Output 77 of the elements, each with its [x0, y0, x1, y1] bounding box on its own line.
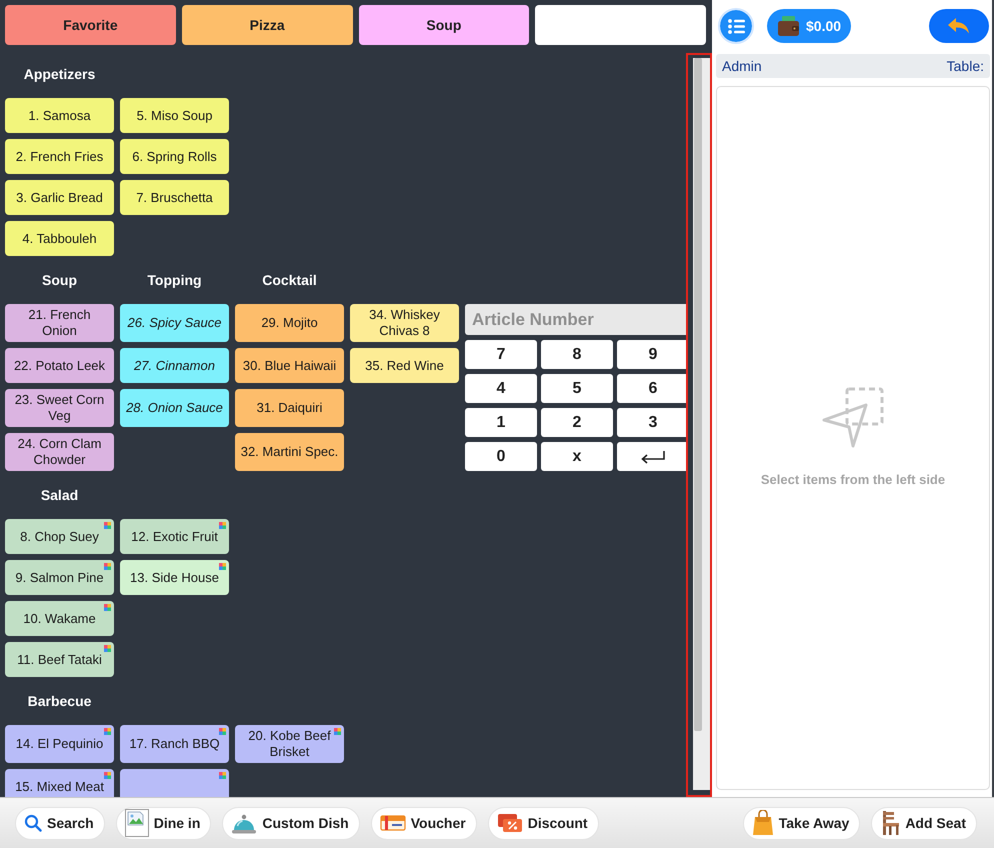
list-button[interactable] [718, 8, 754, 44]
menu-item[interactable]: 2. French Fries [5, 139, 114, 174]
menu-item[interactable]: 13. Side House [120, 560, 229, 595]
menu-item[interactable]: 4. Tabbouleh [5, 221, 114, 256]
menu-item[interactable]: 29. Mojito [235, 304, 344, 342]
broken-image-icon [124, 809, 149, 837]
back-button[interactable] [929, 9, 989, 43]
menu-item[interactable]: 28. Onion Sauce [120, 389, 229, 427]
menu-item[interactable]: 15. Mixed Meat [5, 769, 114, 797]
section-heading: Topping [147, 272, 202, 288]
ticket-icon [380, 814, 406, 832]
keypad-key[interactable]: 9 [617, 340, 686, 369]
menu-item[interactable]: 30. Blue Haiwaii [235, 348, 344, 383]
take-away-button[interactable]: Take Away [742, 806, 860, 840]
menu-item[interactable]: 14. El Pequinio [5, 725, 114, 763]
enter-icon [640, 450, 666, 464]
search-icon [24, 814, 42, 832]
voucher-button[interactable]: Voucher [370, 806, 477, 840]
article-number-field[interactable]: Article Number [465, 304, 686, 335]
menu-item[interactable]: 35. Red Wine [350, 348, 459, 383]
menu-item[interactable]: 7. Bruschetta [120, 180, 229, 215]
tickets-icon [496, 812, 523, 834]
keypad-key[interactable]: 3 [617, 408, 686, 437]
menu-item[interactable]: 8. Chop Suey [5, 519, 114, 554]
chair-icon [880, 810, 900, 836]
category-tab[interactable]: Favorite [5, 5, 176, 45]
keypad-key[interactable]: 2 [541, 408, 613, 437]
menu-item[interactable]: 26. Spicy Sauce [120, 304, 229, 342]
dine-in-button[interactable]: Dine in [116, 806, 212, 840]
curved-arrow-icon [946, 16, 972, 36]
wallet-icon [776, 15, 800, 37]
empty-message: Select items from the left side [760, 471, 946, 490]
section-heading: Soup [42, 272, 77, 288]
keypad-key[interactable]: 4 [465, 374, 537, 403]
menu-item[interactable]: 32. Martini Spec. [235, 433, 344, 471]
category-tab[interactable]: Soup [358, 5, 530, 45]
keypad-key[interactable]: x [541, 442, 613, 471]
paper-bag-icon [752, 810, 774, 836]
user-name: Admin [722, 56, 762, 76]
menu-item[interactable]: 6. Spring Rolls [120, 139, 229, 174]
scrollbar-thumb[interactable] [694, 58, 702, 732]
keypad-key[interactable]: 0 [465, 442, 537, 471]
menu-item[interactable]: 3. Garlic Bread [5, 180, 114, 215]
keypad-key[interactable]: 7 [465, 340, 537, 369]
enter-key[interactable] [617, 442, 686, 471]
keypad-key[interactable]: 1 [465, 408, 537, 437]
menu-item[interactable]: 34. Whiskey Chivas 8 [350, 304, 459, 342]
menu-item[interactable]: 22. Potato Leek [5, 348, 114, 383]
menu-item[interactable]: 11. Beef Tataki [5, 642, 114, 677]
discount-button[interactable]: Discount [488, 806, 599, 840]
menu-item[interactable]: 20. Kobe Beef Brisket [235, 725, 344, 763]
menu-item[interactable]: 23. Sweet Corn Veg [5, 389, 114, 427]
section-heading: Appetizers [24, 66, 96, 82]
keypad-key[interactable]: 6 [617, 374, 686, 403]
keypad-key[interactable]: 5 [541, 374, 613, 403]
table-label: Table: [946, 56, 984, 76]
menu-item[interactable]: 10. Wakame [5, 601, 114, 636]
menu-item[interactable]: 31. Daiquiri [235, 389, 344, 427]
menu-item[interactable]: 5. Miso Soup [120, 98, 229, 133]
section-heading: Cocktail [262, 272, 317, 288]
menu-item[interactable]: 17. Ranch BBQ [120, 725, 229, 763]
section-heading: Salad [40, 486, 78, 504]
search-button[interactable]: Search [15, 806, 105, 840]
section-heading: Barbecue [28, 692, 92, 710]
category-tab[interactable]: Pizza [182, 5, 352, 45]
menu-item[interactable]: 9. Salmon Pine [5, 560, 114, 595]
add-seat-button[interactable]: Add Seat [871, 806, 977, 840]
menu-item[interactable]: 12. Exotic Fruit [120, 519, 229, 554]
keypad-key[interactable]: 8 [541, 340, 613, 369]
menu-item[interactable]: 21. French Onion [5, 304, 114, 342]
menu-item[interactable]: 27. Cinnamon [120, 348, 229, 383]
menu-item[interactable]: 24. Corn Clam Chowder [5, 433, 114, 471]
selection-cursor-icon [820, 386, 886, 450]
menu-item[interactable]: 1. Samosa [5, 98, 114, 133]
cloche-icon [231, 812, 258, 834]
custom-dish-button[interactable]: Custom Dish [222, 806, 360, 840]
list-icon [727, 16, 745, 36]
